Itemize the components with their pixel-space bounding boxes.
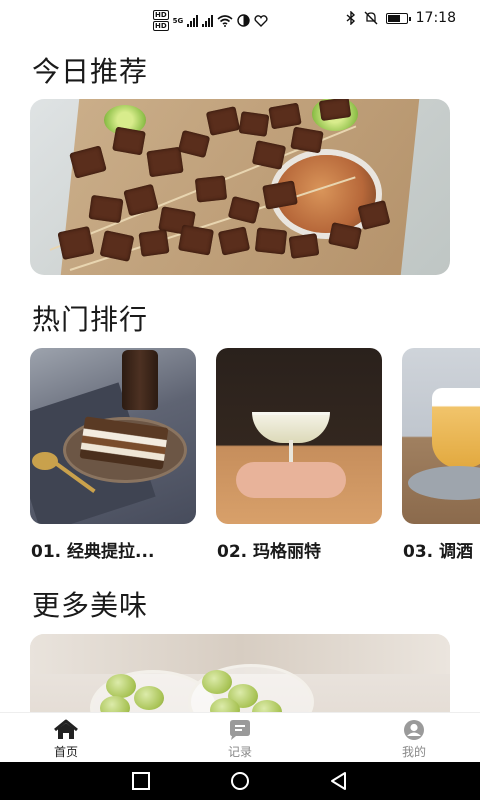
rank-number: 03. (403, 542, 434, 562)
popular-label-3-clip: 03. 调酒 (400, 530, 480, 566)
popular-label-2[interactable]: 02. 玛格丽特 (217, 537, 321, 562)
popular-label-3[interactable]: 03. 调酒 (403, 537, 473, 562)
user-icon (404, 720, 424, 740)
heart-icon (254, 14, 268, 27)
home-icon (54, 719, 78, 739)
card-tray (408, 466, 480, 500)
grape (134, 686, 164, 710)
wifi-icon (217, 14, 233, 27)
hero-tempeh-piece (88, 194, 124, 224)
bluetooth-icon (346, 11, 355, 25)
card-margarita-glass (252, 412, 330, 443)
today-recommendation-image[interactable] (30, 99, 450, 275)
signal-icon (187, 14, 199, 27)
tab-records[interactable]: 记录 (200, 713, 280, 763)
popular-label-1[interactable]: 01. 经典提拉... (31, 537, 154, 562)
home-circle-icon[interactable] (229, 770, 251, 792)
rank-number: 01. (31, 542, 62, 562)
signal-5g-icon: 5G (172, 16, 184, 25)
status-left-icons: HD HD 5G (153, 10, 268, 31)
grape (202, 670, 232, 694)
mute-icon (364, 11, 378, 25)
chat-bubble-icon (230, 720, 250, 740)
hd-icon: HD HD (153, 10, 169, 31)
popular-card-2[interactable] (216, 348, 382, 524)
card-bottle (122, 350, 158, 410)
hd-label: HD (153, 21, 169, 31)
section-title-popular: 热门排行 (32, 303, 149, 336)
back-triangle-icon[interactable] (328, 770, 350, 792)
hero-tempeh-piece (112, 126, 146, 156)
hero-tempeh-piece (254, 227, 288, 255)
item-name: 调酒 (439, 542, 474, 562)
popular-card-3[interactable] (402, 348, 480, 524)
item-name: 玛格丽特 (253, 542, 322, 562)
hero-tempeh-piece (138, 229, 170, 257)
grape (106, 674, 136, 698)
signal-icon (202, 14, 214, 27)
tab-profile-label: 我的 (401, 745, 426, 759)
section-title-more: 更多美味 (32, 589, 149, 622)
item-name: 经典提拉... (67, 542, 155, 562)
bottom-tab-bar: 首页 记录 我的 (0, 712, 480, 763)
tab-records-label: 记录 (227, 745, 252, 759)
status-bar: HD HD 5G 17:18 (0, 0, 480, 38)
system-navigation-bar (0, 762, 480, 800)
hd-label: HD (153, 10, 169, 20)
card-beer-glass (432, 388, 480, 468)
rank-number: 02. (217, 542, 248, 562)
hero-tempeh-piece (194, 175, 228, 203)
hero-tempeh-piece (146, 146, 184, 178)
tab-profile[interactable]: 我的 (374, 713, 454, 763)
status-right-icons: 17:18 (346, 10, 456, 26)
more-food-image[interactable] (30, 634, 450, 724)
popular-carousel[interactable] (30, 348, 480, 524)
hero-tempeh-piece (177, 224, 215, 256)
recent-apps-icon[interactable] (130, 770, 152, 792)
section-title-today: 今日推荐 (32, 55, 149, 88)
battery-icon (385, 12, 411, 24)
tab-home[interactable]: 首页 (26, 713, 106, 763)
hero-tempeh-piece (288, 233, 320, 259)
card-hands (236, 462, 346, 498)
status-time: 17:18 (415, 10, 456, 26)
hero-tempeh-piece (238, 111, 270, 137)
data-saver-icon (237, 14, 250, 27)
tab-home-label: 首页 (53, 745, 78, 759)
popular-card-1[interactable] (30, 348, 196, 524)
